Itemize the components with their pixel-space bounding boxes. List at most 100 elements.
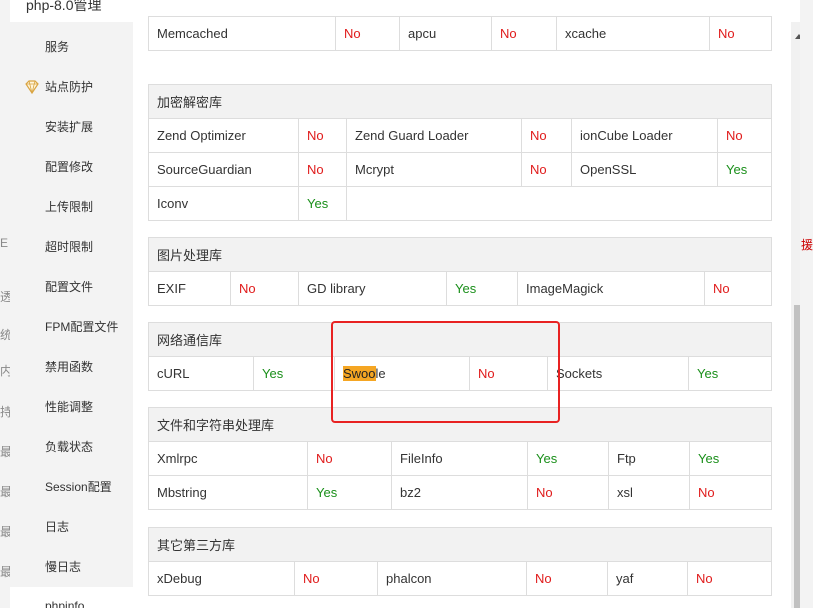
background-text: E <box>0 236 9 250</box>
background-text: 内 <box>0 364 10 378</box>
background-text: 透 <box>0 290 10 304</box>
background-page-right <box>800 0 813 608</box>
scrollbar-thumb[interactable] <box>794 305 800 608</box>
background-text: 统 <box>0 328 10 342</box>
table-row: Memcached No apcu No xcache No <box>148 16 772 51</box>
sidebar-item-log[interactable]: 日志 <box>10 507 133 547</box>
extension-status: Yes <box>446 271 518 306</box>
extension-status: Yes <box>716 152 773 187</box>
extension-name: FileInfo <box>391 441 528 476</box>
image-table: 图片处理库 EXIF No GD library Yes ImageMagick… <box>147 237 773 306</box>
sidebar-item-label: phpinfo <box>45 599 85 608</box>
sidebar-item-upload-limit[interactable]: 上传限制 <box>10 187 133 227</box>
extension-status: No <box>709 16 772 51</box>
dialog-title: php-8.0管理 <box>26 0 102 13</box>
sidebar-item-install-extensions[interactable]: 安装扩展 <box>10 107 133 147</box>
extension-status: Yes <box>307 475 392 510</box>
extension-name: ionCube Loader <box>571 118 718 153</box>
sidebar-item-site-protection[interactable]: 站点防护 <box>10 67 133 107</box>
extension-status: No <box>716 118 773 153</box>
sidebar-item-phpinfo[interactable]: phpinfo <box>10 587 133 608</box>
diamond-icon <box>24 79 40 95</box>
extension-name: phalcon <box>377 561 527 596</box>
extension-name: xDebug <box>148 561 295 596</box>
sidebar-item-label: 站点防护 <box>45 80 94 94</box>
extension-name: SourceGuardian <box>148 152 299 187</box>
extension-name: Mbstring <box>148 475 308 510</box>
extension-name: Ftp <box>608 441 690 476</box>
extension-status: No <box>335 16 400 51</box>
sidebar-item-label: 慢日志 <box>45 560 82 574</box>
table-row: xDebug No phalcon No yaf No <box>148 561 773 596</box>
background-text: 最 <box>0 565 10 579</box>
table-row: Zend Optimizer No Zend Guard Loader No i… <box>148 118 773 153</box>
extension-status: No <box>688 475 773 510</box>
extension-name: apcu <box>399 16 492 51</box>
extension-name: ImageMagick <box>517 271 705 306</box>
background-text: 持 <box>0 405 10 419</box>
background-text: 最 <box>0 485 10 499</box>
table-row: Iconv Yes <box>148 186 773 221</box>
extension-name: xsl <box>608 475 690 510</box>
extension-name: Memcached <box>148 16 336 51</box>
sidebar-item-disabled-functions[interactable]: 禁用函数 <box>10 347 133 387</box>
extension-status: No <box>521 152 572 187</box>
extension-status: Yes <box>687 356 773 391</box>
sidebar-item-config-file[interactable]: 配置文件 <box>10 267 133 307</box>
extension-status: No <box>527 475 609 510</box>
sidebar-menu: 服务 站点防护 安装扩展 配置修改 上传限制 超时限制 配置文件 FPM配置文件… <box>10 22 133 608</box>
background-text: 援 <box>801 238 813 252</box>
extension-name: Zend Guard Loader <box>346 118 522 153</box>
extension-status: No <box>491 16 557 51</box>
sidebar-item-label: 日志 <box>45 520 70 534</box>
sidebar-item-label: 超时限制 <box>45 240 94 254</box>
extension-status: Yes <box>253 356 335 391</box>
extension-name: Xmlrpc <box>148 441 308 476</box>
table-row: Mbstring Yes bz2 No xsl No <box>148 475 773 510</box>
extension-name: Mcrypt <box>346 152 522 187</box>
extension-name: Zend Optimizer <box>148 118 299 153</box>
table-row: EXIF No GD library Yes ImageMagick No <box>148 271 773 306</box>
extension-status: No <box>526 561 608 596</box>
table-row: Xmlrpc No FileInfo Yes Ftp Yes <box>148 441 773 476</box>
sidebar-item-session-config[interactable]: Session配置 <box>10 467 133 507</box>
sidebar-item-slow-log[interactable]: 慢日志 <box>10 547 133 587</box>
background-page-left: E 透 统 内 持 最 最 最 最 <box>0 0 10 608</box>
sidebar-item-config-edit[interactable]: 配置修改 <box>10 147 133 187</box>
group-title: 图片处理库 <box>147 237 773 272</box>
sidebar-item-fpm-config-file[interactable]: FPM配置文件 <box>10 307 133 347</box>
extension-status: No <box>294 561 378 596</box>
sidebar-item-label: 安装扩展 <box>45 120 94 134</box>
scroll-up-arrow-icon[interactable] <box>795 34 800 39</box>
sidebar-item-label: 配置修改 <box>45 160 94 174</box>
extension-status: No <box>230 271 299 306</box>
sidebar-item-label: FPM配置文件 <box>45 320 119 334</box>
extension-name: OpenSSL <box>571 152 718 187</box>
cache-table: Memcached No apcu No xcache No <box>148 16 772 51</box>
extension-status: No <box>307 441 392 476</box>
annotation-highlight-box <box>331 321 560 423</box>
background-text: 最 <box>0 445 10 459</box>
group-title: 其它第三方库 <box>147 527 773 562</box>
extension-status: Yes <box>527 441 609 476</box>
group-title: 加密解密库 <box>147 84 773 119</box>
extension-name: GD library <box>298 271 447 306</box>
extension-status: Yes <box>688 441 773 476</box>
extension-name: cURL <box>148 356 254 391</box>
table-row: SourceGuardian No Mcrypt No OpenSSL Yes <box>148 152 773 187</box>
sidebar-item-services[interactable]: 服务 <box>10 27 133 67</box>
sidebar-item-label: 性能调整 <box>45 400 94 414</box>
extension-status: No <box>298 152 347 187</box>
extension-name: yaf <box>607 561 688 596</box>
sidebar-item-timeout-limit[interactable]: 超时限制 <box>10 227 133 267</box>
sidebar-item-load-status[interactable]: 负载状态 <box>10 427 133 467</box>
sidebar-item-label: 负载状态 <box>45 440 94 454</box>
crypto-table: 加密解密库 Zend Optimizer No Zend Guard Loade… <box>147 84 773 221</box>
sidebar-item-performance[interactable]: 性能调整 <box>10 387 133 427</box>
extension-status: No <box>521 118 572 153</box>
sidebar-item-label: 禁用函数 <box>45 360 94 374</box>
vertical-scrollbar[interactable] <box>791 22 800 608</box>
phpinfo-panel: Memcached No apcu No xcache No 加密解密库 Zen… <box>133 0 790 608</box>
sidebar-item-label: 服务 <box>45 40 70 54</box>
extension-status: Yes <box>298 186 347 221</box>
